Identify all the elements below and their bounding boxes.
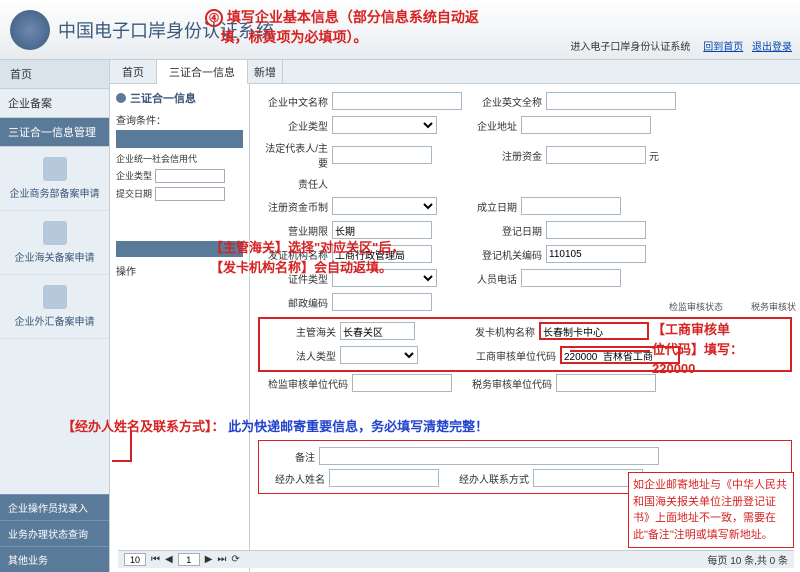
input-reg-capital[interactable] — [546, 146, 646, 164]
input-remark[interactable] — [319, 447, 659, 465]
page-size-input[interactable] — [124, 553, 146, 566]
ops-label: 操作 — [116, 263, 243, 278]
nav-other[interactable]: 其他业务 — [0, 546, 109, 572]
pager-next-icon[interactable]: ▶ — [205, 554, 213, 565]
connector-line — [570, 350, 650, 352]
tab-home[interactable]: 首页 — [110, 60, 157, 83]
ops-header-bar — [116, 241, 243, 257]
input-postcode[interactable] — [332, 293, 432, 311]
nav-home[interactable]: 首页 — [0, 60, 109, 89]
input-biz-period[interactable] — [332, 221, 432, 239]
label-cert-type: 证件类型 — [258, 271, 328, 286]
nav-item-commerce[interactable]: 企业商务部备案申请 — [0, 147, 109, 211]
query-date-input[interactable] — [155, 187, 225, 201]
label-legal-rep: 法定代表人/主要 — [258, 140, 328, 170]
label-issuer: 发证机构名称 — [258, 247, 328, 262]
annotation-contact: 【经办人姓名及联系方式】： 此为快递邮寄重要信息，务必填写清楚完整！ — [62, 416, 488, 435]
select-reg-currency[interactable] — [332, 197, 437, 215]
nav-item-forex[interactable]: 企业外汇备案申请 — [0, 275, 109, 339]
input-handler-contact[interactable] — [533, 469, 643, 487]
query-credit-code: 企业统一社会信用代 — [116, 152, 243, 165]
input-est-date[interactable] — [521, 197, 621, 215]
query-header-bar — [116, 130, 243, 148]
pager-info: 每页 10 条,共 0 条 — [707, 552, 788, 567]
enter-system-link[interactable]: 进入电子口岸身份认证系统 — [570, 42, 690, 53]
nav-item-info-mgmt[interactable]: 三证合一信息管理 — [0, 118, 109, 147]
input-cn-name[interactable] — [332, 92, 462, 110]
input-card-org[interactable] — [539, 322, 649, 340]
label-postcode: 邮政编码 — [258, 295, 328, 310]
label-customs: 主管海关 — [266, 324, 336, 339]
label-tax-code: 税务审核单位代码 — [462, 376, 552, 391]
annotation-address-note: 如企业邮寄地址与《中华人民共和国海关报关单位注册登记证书》上面地址不一致，需要在… — [628, 472, 794, 548]
page-number-input[interactable] — [178, 553, 200, 566]
left-navigation: 首页 企业备案 三证合一信息管理 企业商务部备案申请 企业海关备案申请 企业外汇… — [0, 60, 110, 572]
pager-last-icon[interactable]: ⏭ — [217, 554, 226, 565]
query-ent-type: 企业类型 — [116, 169, 243, 183]
label-biz-audit: 工商审核单位代码 — [466, 348, 556, 363]
tab-bar: 首页 三证合一信息 新增 — [110, 60, 800, 84]
tab-info[interactable]: 三证合一信息 — [157, 60, 248, 84]
input-tax-code[interactable] — [556, 374, 656, 392]
query-label: 查询条件： — [116, 112, 243, 127]
label-remark: 备注 — [265, 449, 315, 464]
input-issuer[interactable] — [332, 245, 432, 263]
input-contact-tel[interactable] — [521, 269, 621, 287]
label-biz-period: 营业期限 — [258, 223, 328, 238]
nav-status-query[interactable]: 业务办理状态查询 — [0, 520, 109, 546]
nav-section-enterprise[interactable]: 企业备案 — [0, 89, 109, 118]
home-link[interactable]: 回到首页 — [703, 42, 743, 53]
nav-operator-entry[interactable]: 企业操作员找录入 — [0, 494, 109, 520]
pager-first-icon[interactable]: ⏮ — [151, 554, 160, 565]
right-status-labels: 检监审核状态 税务审核状 — [669, 300, 796, 313]
pager-prev-icon[interactable]: ◀ — [165, 554, 173, 565]
label-insp-code: 检监审核单位代码 — [258, 376, 348, 391]
label-handler-name: 经办人姓名 — [265, 471, 325, 486]
query-type-input[interactable] — [155, 169, 225, 183]
input-customs[interactable] — [340, 322, 415, 340]
label-est-date: 成立日期 — [447, 199, 517, 214]
label-card-org: 发卡机构名称 — [465, 324, 535, 339]
nav-item-customs[interactable]: 企业海关备案申请 — [0, 211, 109, 275]
label-reg-no: 登记机关编码 — [472, 247, 542, 262]
input-insp-code[interactable] — [352, 374, 452, 392]
label-ent-type: 企业类型 — [258, 118, 328, 133]
label-reg-currency: 注册资金币制 — [258, 199, 328, 214]
label-legal-type: 法人类型 — [266, 348, 336, 363]
pager-refresh-icon[interactable]: ⟳ — [231, 554, 239, 565]
input-handler-name[interactable] — [329, 469, 439, 487]
label-reg-capital: 注册资金 — [472, 148, 542, 163]
tab-new[interactable]: 新增 — [248, 60, 283, 83]
label-cn-name: 企业中文名称 — [258, 94, 328, 109]
input-en-name[interactable] — [546, 92, 676, 110]
input-reg-no[interactable] — [546, 245, 646, 263]
query-submit-date: 提交日期 — [116, 187, 243, 201]
select-cert-type[interactable] — [332, 269, 437, 287]
select-legal-type[interactable] — [340, 346, 418, 364]
annotation-top: ④ 填写企业基本信息（部分信息系统自动返 填，标黄项为必填项）。 — [205, 8, 479, 47]
input-reg-date[interactable] — [546, 221, 646, 239]
step-number: ④ — [205, 9, 223, 27]
logout-link[interactable]: 退出登录 — [752, 42, 792, 53]
label-handler-contact: 经办人联系方式 — [449, 471, 529, 486]
input-ent-addr[interactable] — [521, 116, 651, 134]
connector-line — [112, 460, 132, 462]
app-logo — [10, 10, 50, 50]
document-icon — [43, 221, 67, 245]
label-ent-addr: 企业地址 — [447, 118, 517, 133]
document-icon — [43, 285, 67, 309]
query-panel: 三证合一信息 查询条件： 企业统一社会信用代 企业类型 提交日期 操作 — [110, 84, 250, 572]
label-en-name: 企业英文全称 — [472, 94, 542, 109]
label-contact-tel: 人员电话 — [447, 271, 517, 286]
pagination-bar: ⏮ ◀ ▶ ⏭ ⟳ 每页 10 条,共 0 条 — [118, 550, 794, 568]
panel-title: 三证合一信息 — [116, 90, 243, 106]
document-icon — [43, 157, 67, 181]
label-reg-date: 登记日期 — [472, 223, 542, 238]
unit-yuan: 元 — [649, 148, 659, 163]
select-ent-type[interactable] — [332, 116, 437, 134]
input-legal-rep[interactable] — [332, 146, 432, 164]
annotation-audit-code: 【工商审核单 位代码】填写： 220000 — [652, 320, 792, 379]
label-resp: 责任人 — [258, 176, 328, 191]
header-links: 进入电子口岸身份认证系统 回到首页 退出登录 — [570, 38, 792, 53]
